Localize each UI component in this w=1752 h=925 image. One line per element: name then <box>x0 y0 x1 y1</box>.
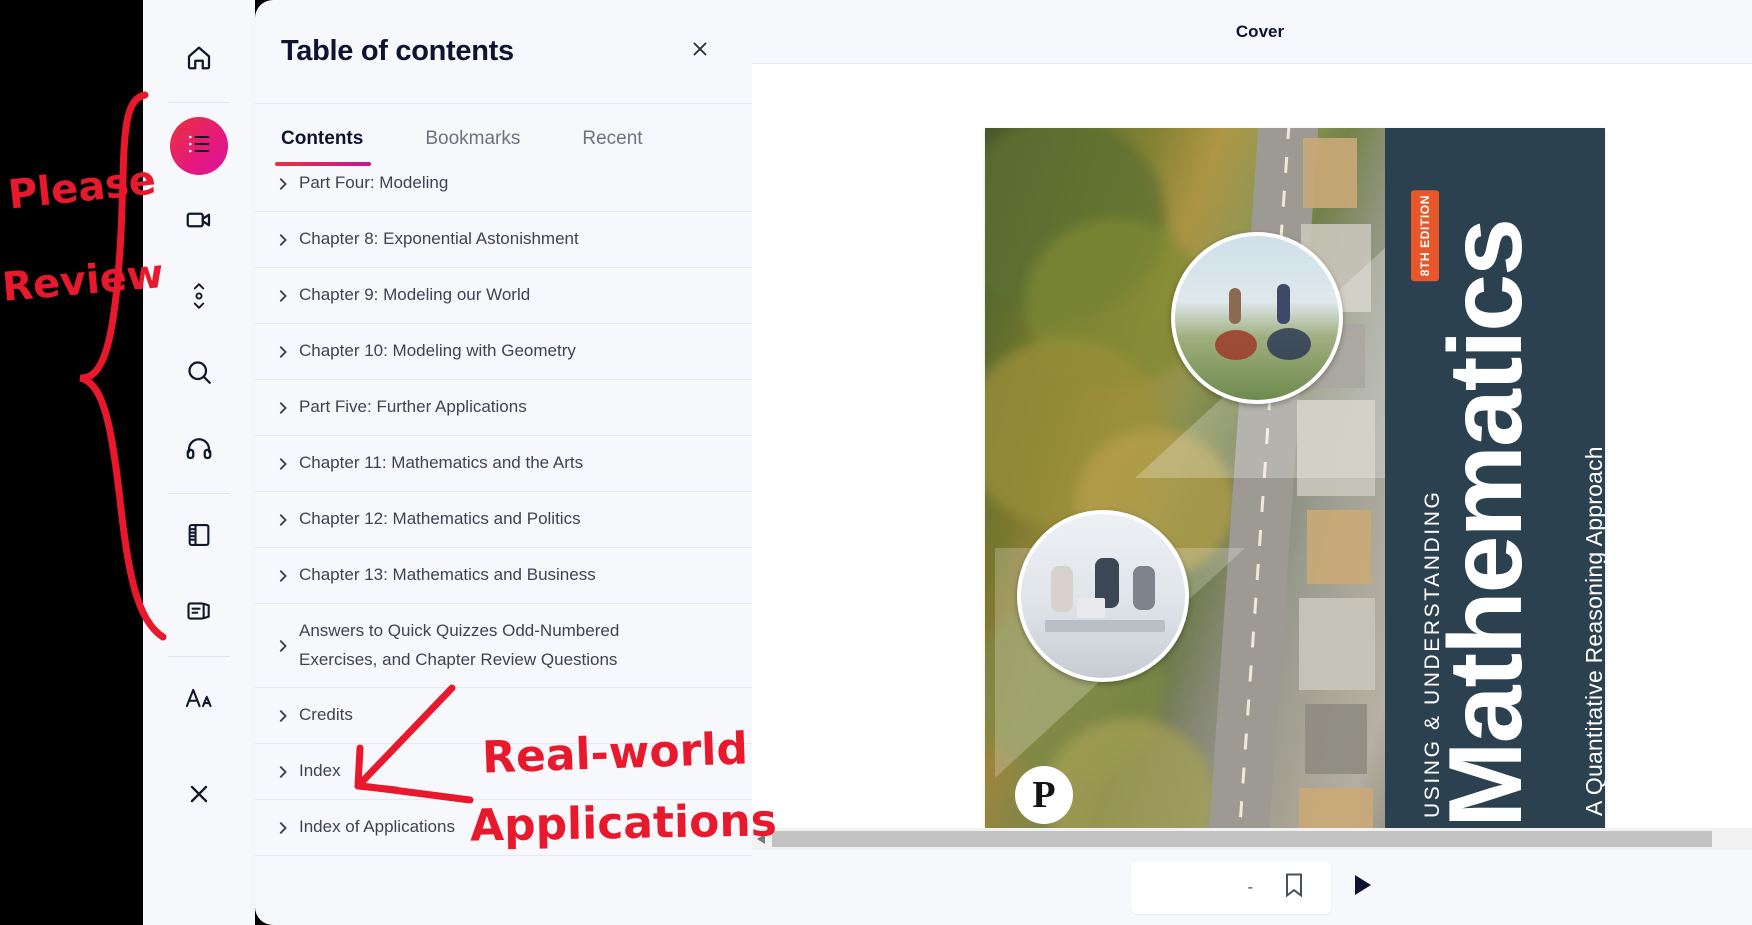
bookmark-button[interactable] <box>1283 872 1305 903</box>
close-panel-button[interactable] <box>682 34 718 70</box>
reader-bottom-toolbar: - <box>752 850 1752 925</box>
table-of-contents-icon <box>185 130 213 163</box>
list-item[interactable]: Part Five: Further Applications <box>255 380 752 436</box>
cover-photo-cyclists <box>1171 232 1343 404</box>
list-item-label: Index of Applications <box>299 817 455 837</box>
chevron-right-icon <box>267 765 299 779</box>
cover-main-title: Mathematics <box>1428 220 1544 828</box>
scroll-left-arrow-icon[interactable] <box>752 828 770 850</box>
sidebar-item-flashcards[interactable] <box>170 584 228 642</box>
reader-topbar: Cover <box>752 0 1752 64</box>
cover-title-panel: USING & UNDERSTANDING Mathematics A Quan… <box>1385 128 1605 850</box>
tab-recent[interactable]: Recent <box>582 128 642 166</box>
chevron-right-icon <box>267 821 299 835</box>
tab-contents[interactable]: Contents <box>274 128 372 166</box>
sidebar-item-home[interactable] <box>170 30 228 88</box>
sidebar-item-video[interactable] <box>170 193 228 251</box>
chevron-right-icon <box>267 639 299 653</box>
close-icon <box>689 38 711 65</box>
page-indicator: - <box>1131 861 1331 914</box>
list-item-label: Credits <box>299 705 353 725</box>
list-item[interactable]: Chapter 8: Exponential Astonishment <box>255 212 752 268</box>
list-item[interactable]: Answers to Quick Quizzes Odd-Numbered Ex… <box>255 604 752 688</box>
tab-bookmarks[interactable]: Bookmarks <box>425 128 520 166</box>
toc-header: Table of contents <box>255 0 752 104</box>
rail-divider-1 <box>168 102 230 103</box>
list-item-label: Chapter 11: Mathematics and the Arts <box>299 453 584 473</box>
sidebar-item-scroll-mode[interactable] <box>170 269 228 327</box>
notebook-icon <box>185 521 213 554</box>
list-item-label: Part Four: Modeling <box>299 173 449 193</box>
pearson-logo: P <box>1015 766 1073 824</box>
flashcards-icon <box>185 597 213 630</box>
rail-divider-3 <box>168 656 230 657</box>
rail-divider-2 <box>168 493 230 494</box>
search-icon <box>184 357 214 392</box>
cover-subtitle: A Quantitative Reasoning Approach <box>1581 446 1605 816</box>
list-item-label: Chapter 13: Mathematics and Business <box>299 565 596 585</box>
page-stage[interactable]: P USING & UNDERSTANDING Mathematics A Qu… <box>752 64 1752 850</box>
play-arrow-icon <box>1353 874 1373 901</box>
page-title: Table of contents <box>281 35 514 67</box>
toc-tabs: Contents Bookmarks Recent <box>255 104 752 166</box>
chevron-right-icon <box>267 569 299 583</box>
sidebar-item-table-of-contents[interactable] <box>170 117 228 175</box>
list-item[interactable]: Index of Applications <box>255 800 752 856</box>
list-item[interactable]: Chapter 12: Mathematics and Politics <box>255 492 752 548</box>
list-item[interactable]: Credits <box>255 688 752 744</box>
toc-list[interactable]: Part Four: Modeling Chapter 8: Exponenti… <box>255 166 752 925</box>
sidebar-item-audio[interactable] <box>170 421 228 479</box>
reader-area: Cover P USING & UNDERSTANDING Mathematic… <box>752 0 1752 925</box>
current-page-title: Cover <box>1235 21 1285 41</box>
list-item-label: Chapter 12: Mathematics and Politics <box>299 509 581 529</box>
list-item[interactable]: Chapter 11: Mathematics and the Arts <box>255 436 752 492</box>
chevron-right-icon <box>267 709 299 723</box>
close-icon <box>186 781 212 812</box>
cover-photo: P <box>985 128 1385 850</box>
next-page-button[interactable] <box>1353 874 1373 901</box>
chevron-right-icon <box>267 233 299 247</box>
horizontal-scrollbar[interactable] <box>752 828 1752 850</box>
list-item[interactable]: Index <box>255 744 752 800</box>
list-item[interactable]: Chapter 10: Modeling with Geometry <box>255 324 752 380</box>
list-item-label: Chapter 10: Modeling with Geometry <box>299 341 576 361</box>
app-root: Table of contents Contents Bookmarks Rec… <box>0 0 1752 925</box>
chevron-right-icon <box>267 513 299 527</box>
sidebar-item-search[interactable] <box>170 345 228 403</box>
list-item-label: Chapter 9: Modeling our World <box>299 285 531 305</box>
tool-rail <box>143 0 255 925</box>
list-item-label: Answers to Quick Quizzes Odd-Numbered Ex… <box>299 621 620 669</box>
scroll-mode-icon <box>186 281 212 316</box>
close-rail-button[interactable] <box>170 767 228 825</box>
annotation-gutter <box>0 0 143 925</box>
list-item-label: Index <box>299 761 341 781</box>
page-number: - <box>1247 878 1253 896</box>
list-item[interactable]: Part Four: Modeling <box>255 166 752 212</box>
sidebar-item-notebook[interactable] <box>170 508 228 566</box>
chevron-right-icon <box>267 401 299 415</box>
text-size-icon <box>184 683 214 718</box>
chevron-right-icon <box>267 457 299 471</box>
bookmark-icon <box>1283 872 1305 903</box>
scrollbar-thumb[interactable] <box>772 831 1712 847</box>
table-of-contents-panel: Table of contents Contents Bookmarks Rec… <box>255 0 752 925</box>
cover-photo-office <box>1017 510 1189 682</box>
video-icon <box>184 205 214 240</box>
headphones-icon <box>184 433 214 468</box>
chevron-right-icon <box>267 289 299 303</box>
chevron-right-icon <box>267 177 299 191</box>
home-icon <box>184 42 214 77</box>
book-cover-image: P USING & UNDERSTANDING Mathematics A Qu… <box>985 128 1605 850</box>
list-item-label: Chapter 8: Exponential Astonishment <box>299 229 579 249</box>
list-item-label: Part Five: Further Applications <box>299 397 527 417</box>
cover-edition-badge: 8TH EDITION <box>1411 190 1439 282</box>
sidebar-item-text-size[interactable] <box>170 671 228 729</box>
chevron-right-icon <box>267 345 299 359</box>
list-item[interactable]: Chapter 9: Modeling our World <box>255 268 752 324</box>
list-item[interactable]: Chapter 13: Mathematics and Business <box>255 548 752 604</box>
